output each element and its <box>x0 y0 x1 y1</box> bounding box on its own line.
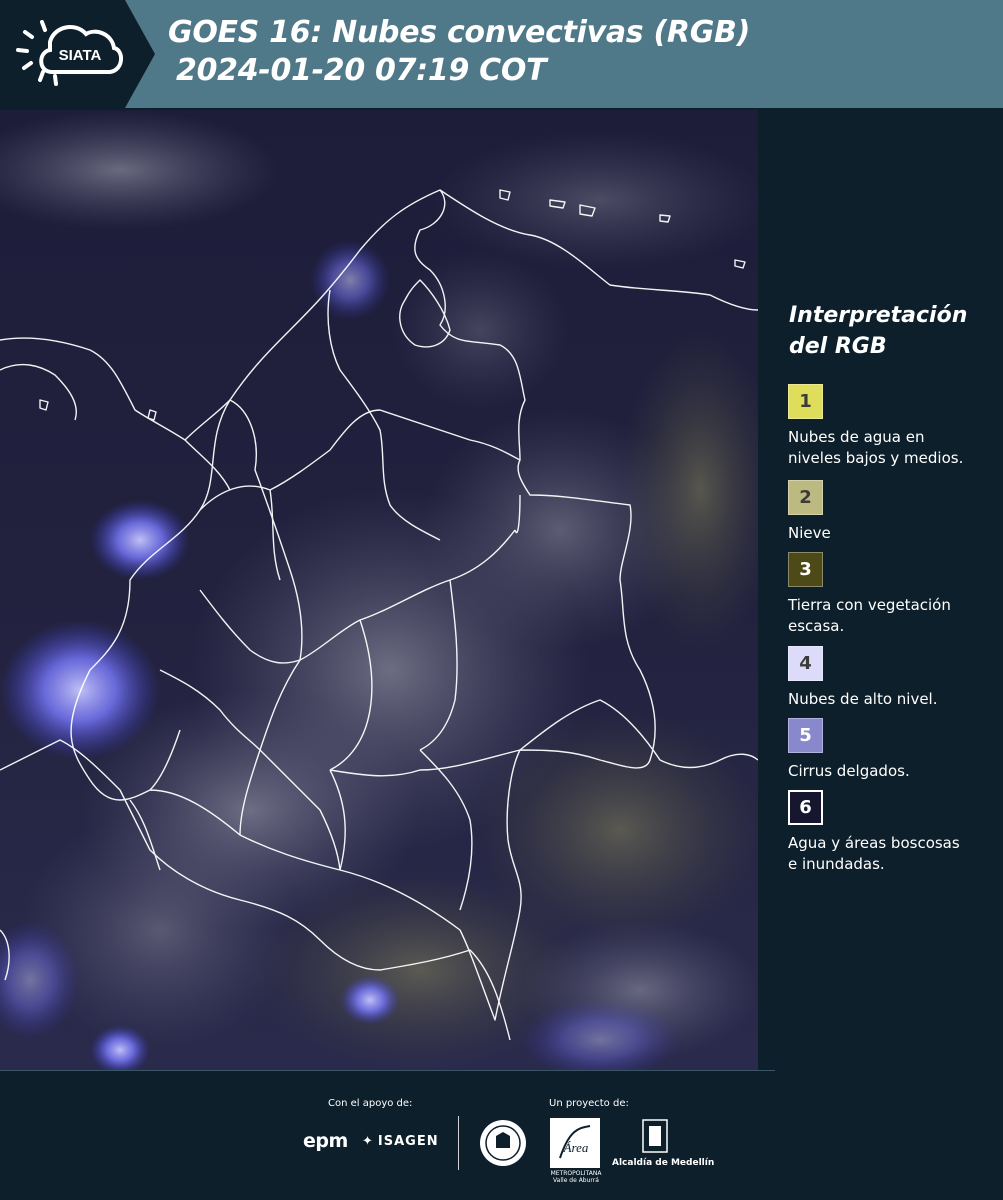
legend-number-6: 6 <box>799 797 812 818</box>
footer: Con el apoyo de: Un proyecto de: epm ✦ I… <box>0 1070 1003 1200</box>
legend-number-3: 3 <box>799 559 812 580</box>
legend-label-5: Cirrus delgados. <box>788 762 910 780</box>
legend-swatch-4: 4 <box>788 646 823 681</box>
legend-number-4: 4 <box>799 653 812 674</box>
legend-item-6: 6 Agua y áreas boscosas e inundadas. <box>788 790 998 875</box>
legend-label-1: Nubes de agua en niveles bajos y medios. <box>788 428 964 467</box>
area-metropolitana-logo: Área <box>550 1118 600 1168</box>
legend-label-6: Agua y áreas boscosas e inundadas. <box>788 834 960 873</box>
amva-caption: METROPOLITANA Valle de Aburrá <box>549 1170 603 1184</box>
alcaldia-crest-icon <box>640 1118 670 1160</box>
legend-number-1: 1 <box>799 391 812 412</box>
support-label: Con el apoyo de: <box>328 1098 413 1109</box>
page-title: GOES 16: Nubes convectivas (RGB) 2024-01… <box>168 14 750 90</box>
legend-item-5: 5 Cirrus delgados. <box>788 718 998 782</box>
legend-item-3: 3 Tierra con vegetación escasa. <box>788 552 998 637</box>
legend-number-5: 5 <box>799 725 812 746</box>
legend-label-3: Tierra con vegetación escasa. <box>788 596 951 635</box>
legend-swatch-2: 2 <box>788 480 823 515</box>
isagen-logo: ✦ ISAGEN <box>362 1134 439 1149</box>
footer-divider-line <box>0 1070 775 1071</box>
legend-label-4: Nubes de alto nivel. <box>788 690 938 708</box>
page: SIATA GOES 16: Nubes convectivas (RGB) 2… <box>0 0 1003 1200</box>
isagen-logo-text: ISAGEN <box>377 1134 439 1149</box>
amva-caption-line2: Valle de Aburrá <box>553 1177 599 1184</box>
epm-logo: epm <box>303 1130 348 1152</box>
header-bar: SIATA GOES 16: Nubes convectivas (RGB) 2… <box>0 0 1003 108</box>
logo-divider <box>458 1116 459 1170</box>
legend-item-2: 2 Nieve <box>788 480 998 544</box>
siata-logo: SIATA <box>0 0 155 108</box>
legend-swatch-6: 6 <box>788 790 823 825</box>
legend-swatch-1: 1 <box>788 384 823 419</box>
satellite-map[interactable] <box>0 110 758 1070</box>
legend-title: Interpretación del RGB <box>789 300 967 362</box>
title-line-product: GOES 16: Nubes convectivas (RGB) <box>168 15 751 50</box>
legend-title-line1: Interpretación <box>789 303 968 328</box>
legend-label-2: Nieve <box>788 524 831 542</box>
siata-logo-text: SIATA <box>59 47 102 64</box>
legend-title-line2: del RGB <box>789 334 887 359</box>
project-label: Un proyecto de: <box>549 1098 629 1109</box>
legend-panel: Interpretación del RGB 1 Nubes de agua e… <box>760 110 1003 1070</box>
isagen-icon: ✦ <box>362 1134 374 1149</box>
legend-item-4: 4 Nubes de alto nivel. <box>788 646 998 710</box>
legend-number-2: 2 <box>799 487 812 508</box>
amva-caption-line1: METROPOLITANA <box>550 1170 602 1177</box>
title-line-datetime: 2024-01-20 07:19 COT <box>176 53 547 88</box>
legend-item-1: 1 Nubes de agua en niveles bajos y medio… <box>788 384 998 469</box>
amva-logo-text: Área <box>563 1140 589 1155</box>
medellin-seal-icon <box>478 1118 528 1172</box>
alcaldia-logo-text: Alcaldía de Medellín <box>612 1158 715 1168</box>
legend-swatch-3: 3 <box>788 552 823 587</box>
legend-swatch-5: 5 <box>788 718 823 753</box>
